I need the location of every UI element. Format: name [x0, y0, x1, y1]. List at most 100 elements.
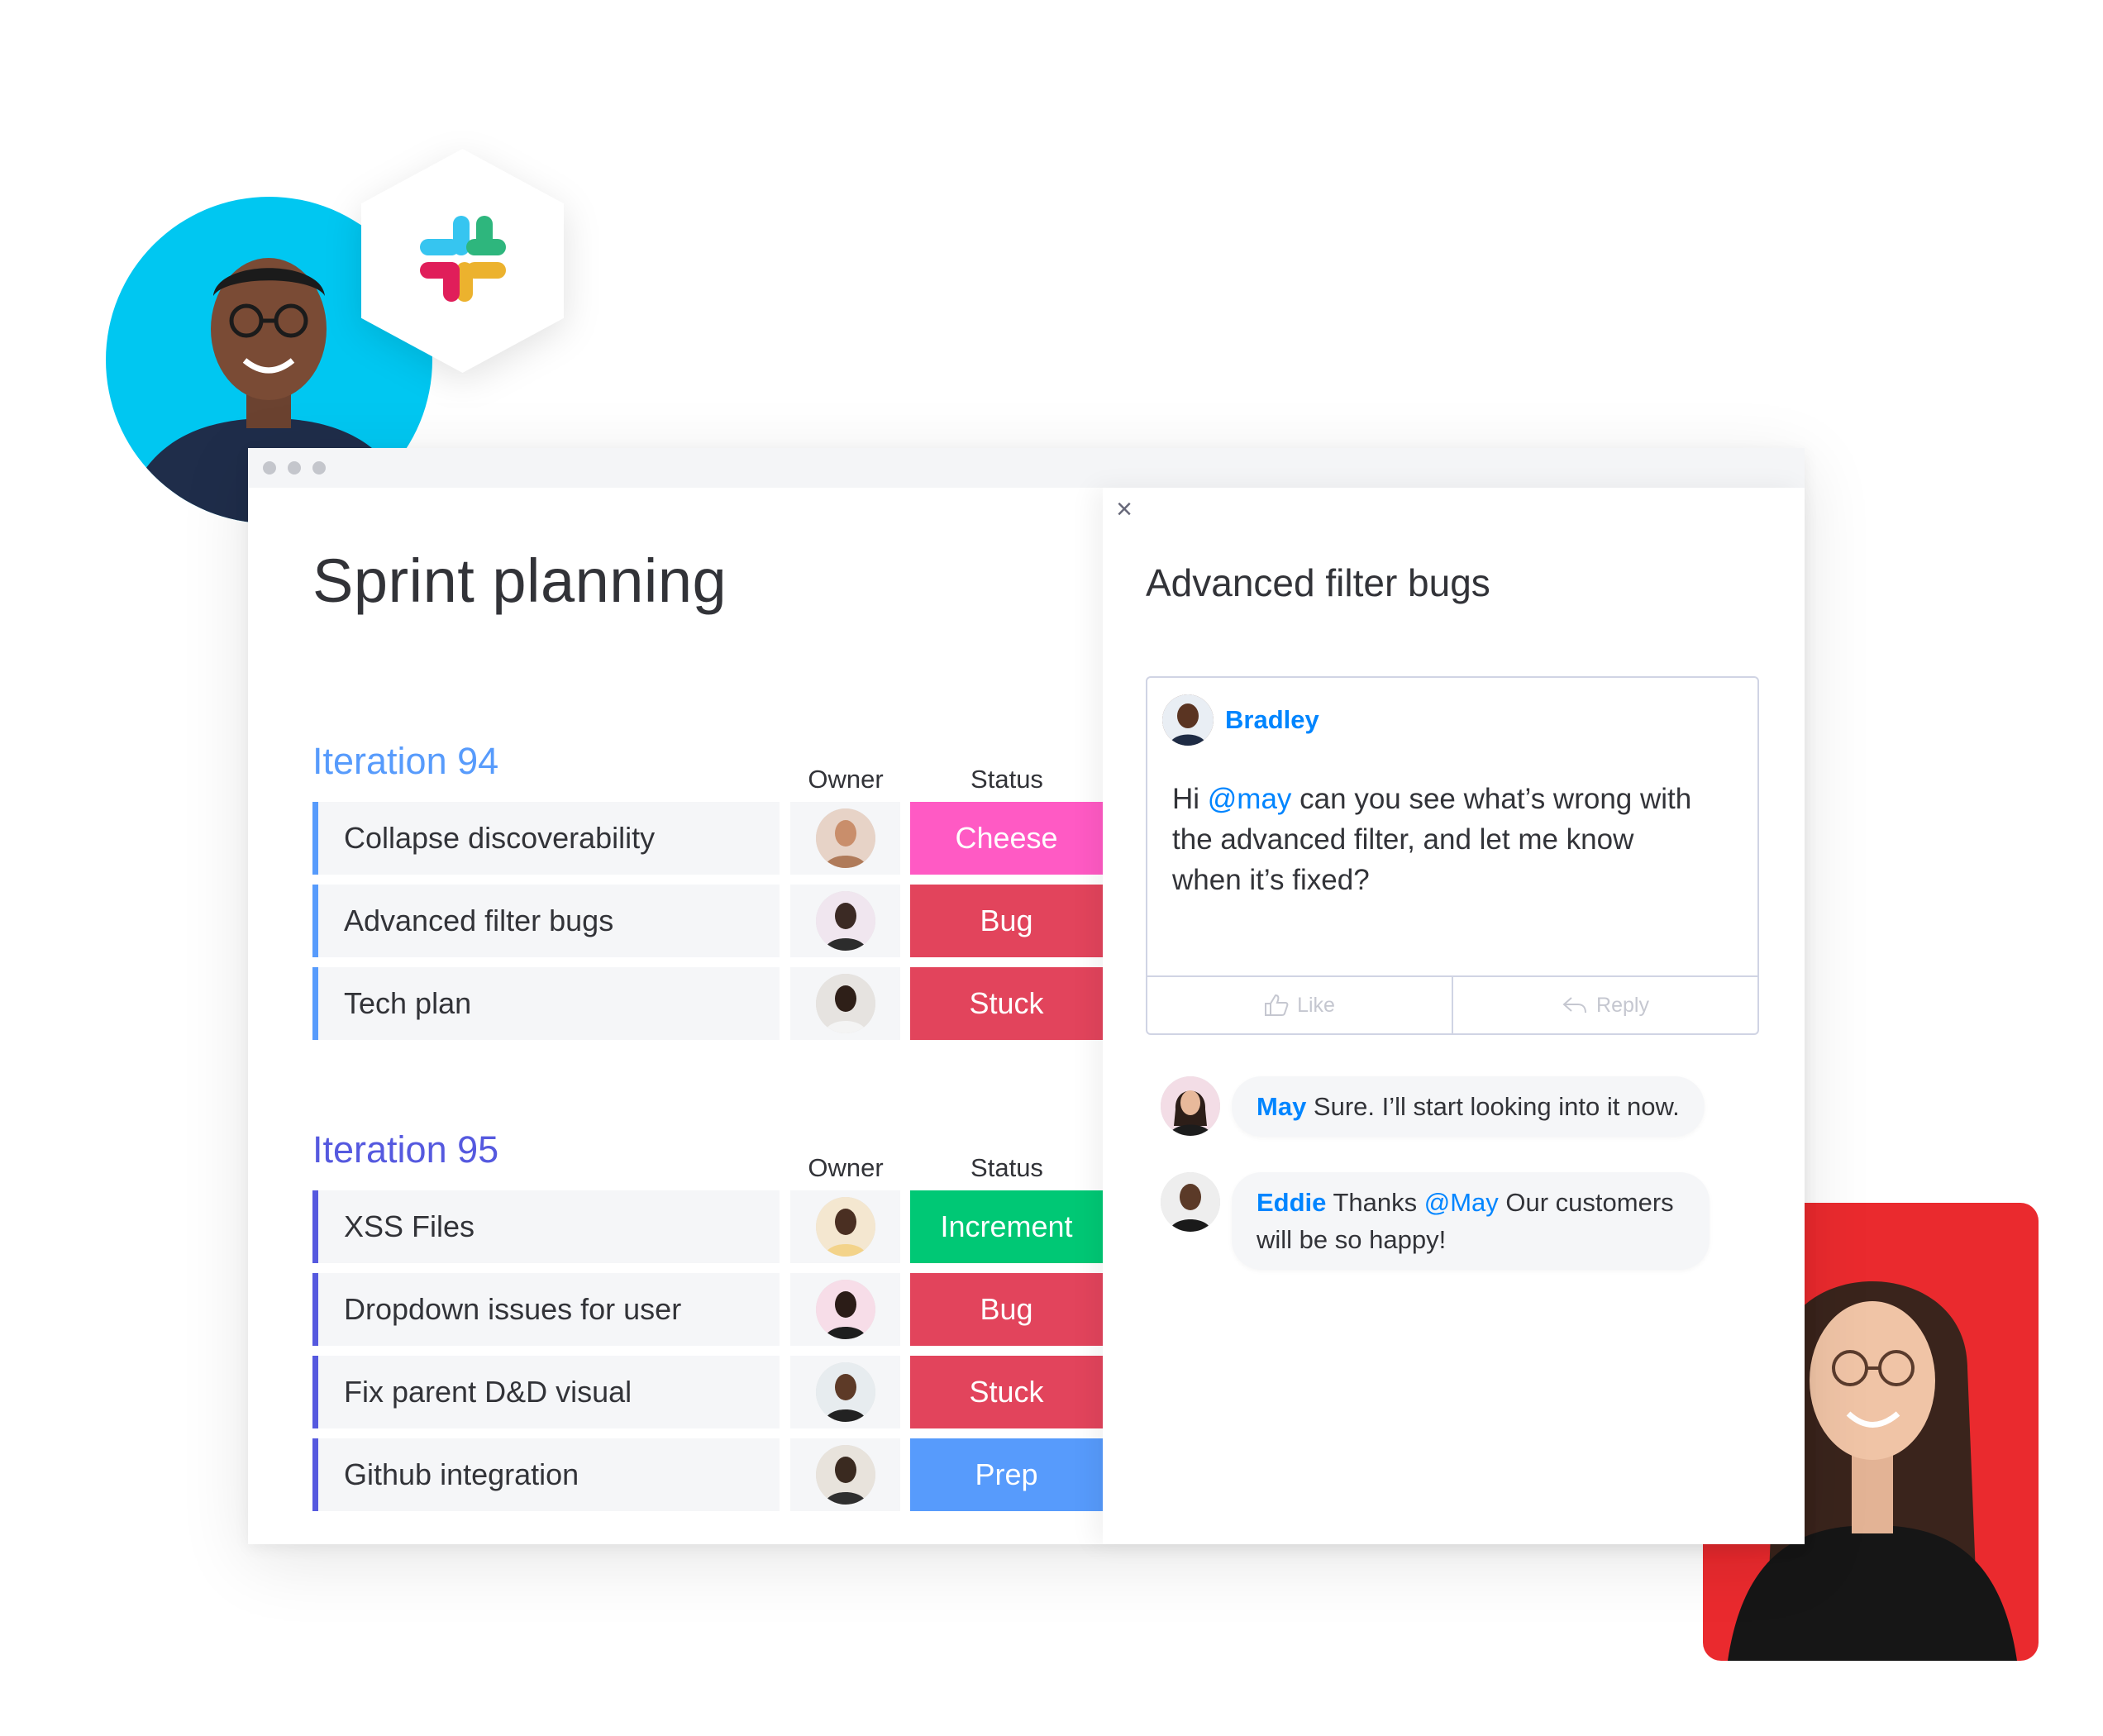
avatar-man-icon: [1161, 1172, 1220, 1232]
owner-cell[interactable]: [790, 1356, 900, 1428]
reply-text: Thanks: [1326, 1188, 1424, 1217]
avatar[interactable]: [1161, 1172, 1220, 1232]
panel-title: Advanced filter bugs: [1146, 561, 1490, 604]
app-window: Sprint planning Iteration 94 Owner Statu…: [248, 448, 1805, 1544]
reply-item: May Sure. I’ll start looking into it now…: [1161, 1076, 1705, 1137]
status-label: Bug: [980, 904, 1033, 937]
group-rows: Collapse discoverability Cheese Advanced f…: [312, 802, 1103, 1050]
avatar[interactable]: [815, 891, 875, 951]
avatar-person-icon: [815, 1445, 875, 1505]
status-label: Increment: [940, 1209, 1073, 1243]
reply-label: Reply: [1596, 993, 1649, 1017]
group-color-bar: [312, 885, 318, 957]
reply-text: Sure. I’ll start looking into it now.: [1306, 1092, 1680, 1121]
item-name-cell[interactable]: XSS Files: [312, 1190, 780, 1263]
post-author[interactable]: Bradley: [1225, 705, 1319, 735]
window-dot-icon: [288, 461, 301, 475]
group-title[interactable]: Iteration 94: [312, 740, 498, 783]
status-cell[interactable]: Cheese: [910, 802, 1103, 875]
status-label: Stuck: [969, 986, 1044, 1020]
owner-cell[interactable]: [790, 1273, 900, 1346]
group-color-bar: [312, 1356, 318, 1428]
owner-cell[interactable]: [790, 1190, 900, 1263]
board: Sprint planning Iteration 94 Owner Statu…: [248, 488, 1103, 1544]
reply-author[interactable]: May: [1257, 1092, 1306, 1121]
like-button[interactable]: Like: [1147, 977, 1453, 1033]
table-row[interactable]: Dropdown issues for user Bug: [312, 1273, 1103, 1346]
avatar-person-icon: [815, 974, 875, 1033]
item-name-cell[interactable]: Dropdown issues for user: [312, 1273, 780, 1346]
post-actions: Like Reply: [1147, 975, 1757, 1033]
owner-column-header: Owner: [808, 1153, 884, 1182]
status-label: Cheese: [955, 821, 1058, 855]
avatar[interactable]: [815, 1280, 875, 1339]
post-header: Bradley: [1162, 694, 1319, 746]
update-post: Bradley Hi @may can you see what’s wrong…: [1146, 676, 1759, 1035]
item-name: Tech plan: [344, 986, 472, 1020]
reply-button[interactable]: Reply: [1453, 977, 1757, 1033]
mention-link[interactable]: @May: [1424, 1188, 1499, 1217]
window-dot-icon: [312, 461, 326, 475]
item-name-cell[interactable]: Collapse discoverability: [312, 802, 780, 875]
status-cell[interactable]: Increment: [910, 1190, 1103, 1263]
status-cell[interactable]: Bug: [910, 885, 1103, 957]
avatar[interactable]: [1162, 694, 1214, 746]
item-name: Fix parent D&D visual: [344, 1375, 632, 1409]
table-row[interactable]: XSS Files Increment: [312, 1190, 1103, 1263]
avatar[interactable]: [815, 1362, 875, 1422]
avatar-woman-icon: [1161, 1076, 1220, 1136]
avatar[interactable]: [815, 1197, 875, 1257]
thumbs-up-icon: [1265, 994, 1289, 1016]
owner-column-header: Owner: [808, 765, 884, 794]
owner-cell[interactable]: [790, 1438, 900, 1511]
window-dot-icon: [263, 461, 276, 475]
reply-bubble: May Sure. I’ll start looking into it now…: [1232, 1076, 1705, 1137]
group-rows: XSS Files Increment Dropdown issues for us…: [312, 1190, 1103, 1521]
table-row[interactable]: Advanced filter bugs Bug: [312, 885, 1103, 957]
status-cell[interactable]: Stuck: [910, 967, 1103, 1040]
status-cell[interactable]: Prep: [910, 1438, 1103, 1511]
status-label: Stuck: [969, 1375, 1044, 1409]
status-cell[interactable]: Bug: [910, 1273, 1103, 1346]
mention-link[interactable]: @may: [1208, 783, 1292, 815]
avatar[interactable]: [1161, 1076, 1220, 1136]
group-title[interactable]: Iteration 95: [312, 1128, 498, 1171]
slack-logo-icon: [419, 215, 506, 302]
owner-cell[interactable]: [790, 885, 900, 957]
avatar-person-icon: [815, 808, 875, 868]
avatar[interactable]: [815, 808, 875, 868]
reply-author[interactable]: Eddie: [1257, 1188, 1326, 1217]
reply-arrow-icon: [1562, 997, 1587, 1013]
table-row[interactable]: Collapse discoverability Cheese: [312, 802, 1103, 875]
item-updates-panel: × Advanced filter bugs Bradley Hi @may c…: [1103, 488, 1805, 1544]
avatar-person-icon: [815, 1362, 875, 1422]
item-name-cell[interactable]: Fix parent D&D visual: [312, 1356, 780, 1428]
group-color-bar: [312, 967, 318, 1040]
owner-cell[interactable]: [790, 967, 900, 1040]
avatar[interactable]: [815, 974, 875, 1033]
status-column-header: Status: [970, 765, 1043, 794]
item-name-cell[interactable]: Advanced filter bugs: [312, 885, 780, 957]
status-label: Prep: [975, 1457, 1038, 1491]
item-name: XSS Files: [344, 1209, 475, 1243]
page-title: Sprint planning: [312, 546, 727, 615]
close-icon[interactable]: ×: [1108, 493, 1141, 526]
owner-cell[interactable]: [790, 802, 900, 875]
table-row[interactable]: Github integration Prep: [312, 1438, 1103, 1511]
like-label: Like: [1297, 993, 1335, 1017]
group-color-bar: [312, 802, 318, 875]
group-color-bar: [312, 1273, 318, 1346]
post-body: Hi @may can you see what’s wrong with th…: [1172, 779, 1701, 900]
item-name: Github integration: [344, 1457, 579, 1491]
item-name-cell[interactable]: Github integration: [312, 1438, 780, 1511]
item-name-cell[interactable]: Tech plan: [312, 967, 780, 1040]
table-row[interactable]: Tech plan Stuck: [312, 967, 1103, 1040]
item-name: Dropdown issues for user: [344, 1292, 682, 1326]
table-row[interactable]: Fix parent D&D visual Stuck: [312, 1356, 1103, 1428]
avatar[interactable]: [815, 1445, 875, 1505]
status-cell[interactable]: Stuck: [910, 1356, 1103, 1428]
avatar-man-icon: [1162, 694, 1214, 746]
group-color-bar: [312, 1190, 318, 1263]
group-color-bar: [312, 1438, 318, 1511]
avatar-person-icon: [815, 891, 875, 951]
